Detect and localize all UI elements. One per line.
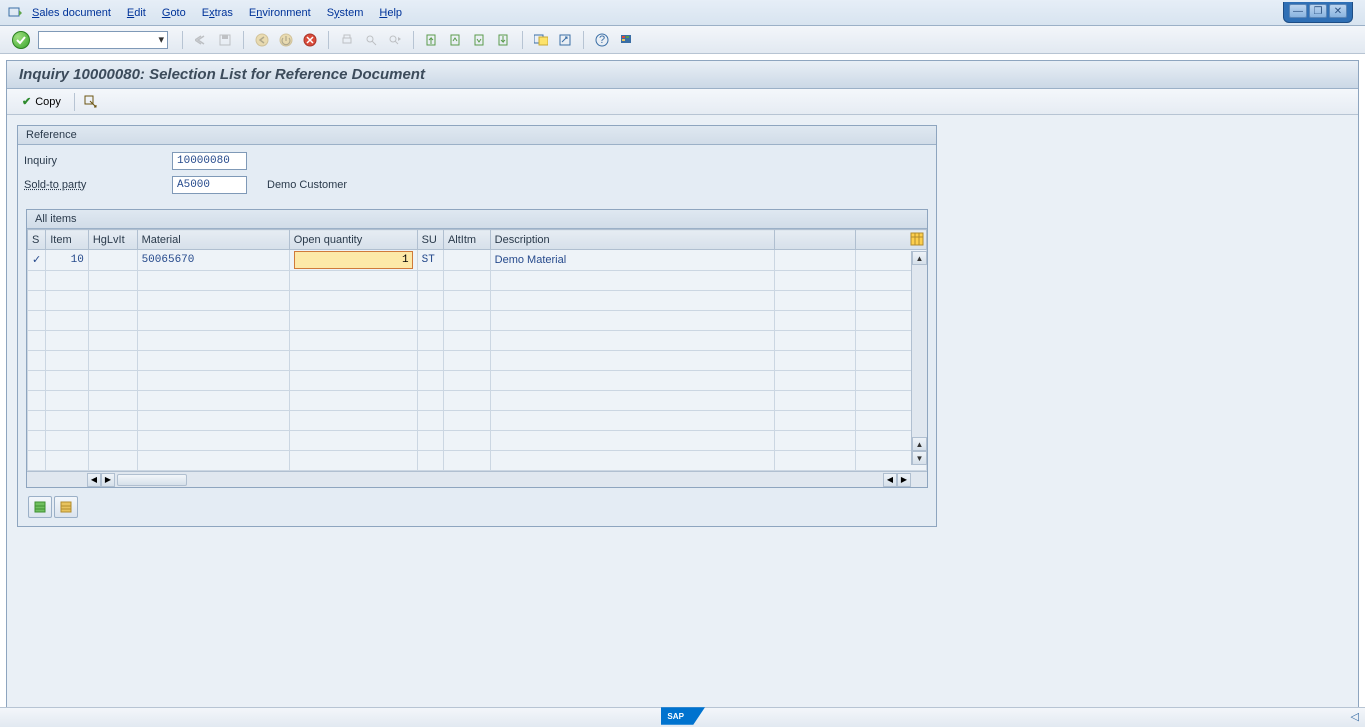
scroll-down-icon[interactable]: ▲ xyxy=(912,437,927,451)
scroll-up-icon[interactable]: ▲ xyxy=(912,251,927,265)
table-settings-icon[interactable] xyxy=(909,231,925,247)
table-row[interactable] xyxy=(28,371,927,391)
menu-edit[interactable]: Edit xyxy=(127,7,146,19)
copy-label: Copy xyxy=(35,96,61,108)
vertical-scrollbar[interactable]: ▲ ▲ ▼ xyxy=(911,251,927,465)
svg-text:?: ? xyxy=(599,34,605,46)
scroll-right2-icon[interactable]: ▶ xyxy=(897,473,911,487)
find-next-icon[interactable] xyxy=(385,30,405,50)
col-su[interactable]: SU xyxy=(417,230,443,250)
table-row[interactable] xyxy=(28,271,927,291)
scroll-down2-icon[interactable]: ▼ xyxy=(912,451,927,465)
table-row[interactable] xyxy=(28,351,927,371)
cell-openqty[interactable] xyxy=(289,250,417,271)
svg-text:SAP: SAP xyxy=(667,712,684,721)
items-table: S Item HgLvIt Material Open quantity SU … xyxy=(27,229,927,471)
items-panel: All items S Item HgLvIt Material Open qu… xyxy=(26,209,928,488)
menu-goto[interactable]: Goto xyxy=(162,7,186,19)
items-title: All items xyxy=(27,210,927,229)
application-toolbar: ✔ Copy xyxy=(7,89,1358,115)
close-button[interactable]: ✕ xyxy=(1329,4,1347,18)
help-icon[interactable]: ? xyxy=(592,30,612,50)
table-row[interactable]: ✓ 10 50065670 ST Demo Material xyxy=(28,250,927,271)
first-page-icon[interactable] xyxy=(422,30,442,50)
scroll-left-icon[interactable]: ◀ xyxy=(87,473,101,487)
cell-material[interactable]: 50065670 xyxy=(137,250,289,271)
customize-icon[interactable] xyxy=(616,30,636,50)
shortcut-icon[interactable] xyxy=(555,30,575,50)
menu-environment[interactable]: Environment xyxy=(249,7,311,19)
soldto-field[interactable] xyxy=(172,176,247,194)
cell-altitm[interactable] xyxy=(443,250,490,271)
content-area: Inquiry 10000080: Selection List for Ref… xyxy=(6,60,1359,727)
save-icon[interactable] xyxy=(215,30,235,50)
window-controls: — ❐ ✕ xyxy=(1283,2,1353,23)
enter-button[interactable] xyxy=(12,31,30,49)
print-icon[interactable] xyxy=(337,30,357,50)
table-row[interactable] xyxy=(28,451,927,471)
cancel-icon[interactable] xyxy=(300,30,320,50)
inquiry-field[interactable] xyxy=(172,152,247,170)
col-extra1[interactable] xyxy=(774,230,855,250)
scroll-left2-icon[interactable]: ◀ xyxy=(883,473,897,487)
table-row[interactable] xyxy=(28,391,927,411)
statusbar: SAP ◁ xyxy=(0,707,1365,727)
page-title: Inquiry 10000080: Selection List for Ref… xyxy=(19,66,425,83)
col-altitm[interactable]: AltItm xyxy=(443,230,490,250)
prev-page-icon[interactable] xyxy=(446,30,466,50)
table-row[interactable] xyxy=(28,291,927,311)
col-material[interactable]: Material xyxy=(137,230,289,250)
item-selection-icon[interactable] xyxy=(81,92,101,112)
horizontal-scrollbar[interactable]: ◀ ▶ ◀ ▶ xyxy=(27,471,927,487)
col-item[interactable]: Item xyxy=(46,230,89,250)
reference-group-title: Reference xyxy=(18,126,936,145)
deselect-all-button[interactable] xyxy=(54,496,78,518)
toolbar-back-icon[interactable] xyxy=(191,30,211,50)
inquiry-label: Inquiry xyxy=(24,155,172,167)
scroll-thumb[interactable] xyxy=(117,474,187,486)
last-page-icon[interactable] xyxy=(494,30,514,50)
cell-description[interactable]: Demo Material xyxy=(490,250,774,271)
col-openqty[interactable]: Open quantity xyxy=(289,230,417,250)
check-icon: ✔ xyxy=(22,95,31,108)
reference-panel: Reference Inquiry Sold-to party Demo Cus… xyxy=(17,125,937,527)
find-icon[interactable] xyxy=(361,30,381,50)
col-description[interactable]: Description xyxy=(490,230,774,250)
standard-toolbar: ? xyxy=(0,26,1365,54)
row-select[interactable]: ✓ xyxy=(28,250,46,271)
exit-icon[interactable] xyxy=(276,30,296,50)
command-field[interactable] xyxy=(38,31,168,49)
command-field-icon[interactable] xyxy=(6,4,24,22)
restore-button[interactable]: ❐ xyxy=(1309,4,1327,18)
scroll-right-icon[interactable]: ▶ xyxy=(101,473,115,487)
col-selector[interactable]: S xyxy=(28,230,46,250)
table-row[interactable] xyxy=(28,411,927,431)
select-all-button[interactable] xyxy=(28,496,52,518)
minimize-button[interactable]: — xyxy=(1289,4,1307,18)
table-row[interactable] xyxy=(28,331,927,351)
cell-item[interactable]: 10 xyxy=(46,250,89,271)
new-session-icon[interactable] xyxy=(531,30,551,50)
menu-help[interactable]: Help xyxy=(379,7,402,19)
col-hglvit[interactable]: HgLvIt xyxy=(88,230,137,250)
menu-system[interactable]: System xyxy=(327,7,364,19)
copy-button[interactable]: ✔ Copy xyxy=(15,92,68,111)
menu-sales-document[interactable]: Sales document xyxy=(32,7,111,19)
back-icon[interactable] xyxy=(252,30,272,50)
menubar: Sales document Edit Goto Extras Environm… xyxy=(0,0,1365,26)
table-row[interactable] xyxy=(28,311,927,331)
menu-extras[interactable]: Extras xyxy=(202,7,233,19)
openqty-input[interactable] xyxy=(294,251,413,269)
soldto-name: Demo Customer xyxy=(267,179,347,191)
cell-su[interactable]: ST xyxy=(417,250,443,271)
table-row[interactable] xyxy=(28,431,927,451)
page-title-bar: Inquiry 10000080: Selection List for Ref… xyxy=(7,61,1358,89)
sap-logo: SAP xyxy=(661,707,705,725)
cell-hglvit[interactable] xyxy=(88,250,137,271)
next-page-icon[interactable] xyxy=(470,30,490,50)
soldto-label: Sold-to party xyxy=(24,179,172,191)
status-arrow-icon[interactable]: ◁ xyxy=(1351,710,1359,723)
